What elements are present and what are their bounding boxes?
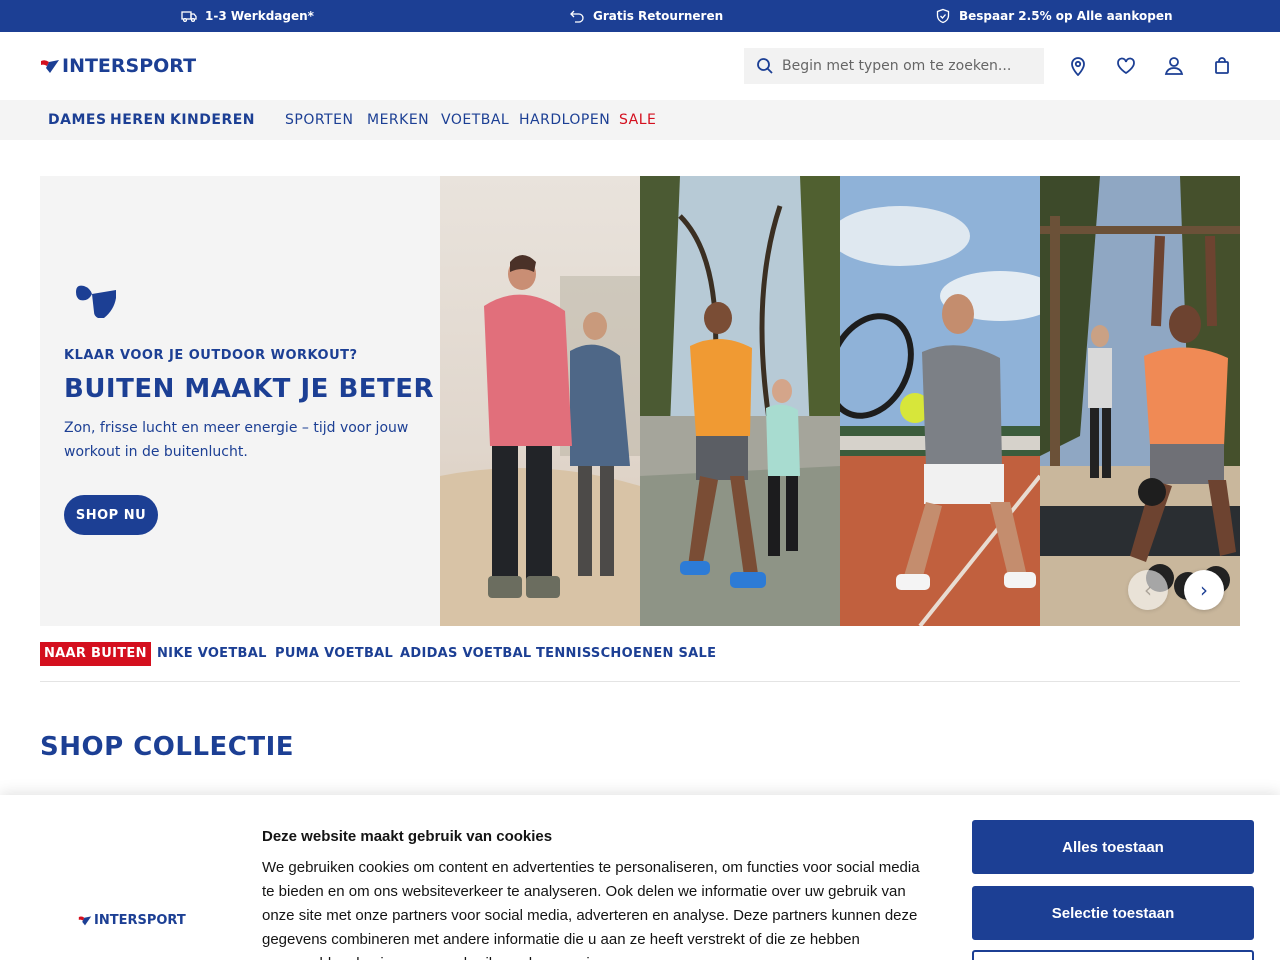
allow-selection-cookies-button[interactable]: Selectie toestaan [972,886,1254,940]
heart-icon [1117,57,1135,75]
hero-title: BUITEN MAAKT JE BETER [64,374,435,404]
promo-returns-text: Gratis Retourneren [593,9,724,23]
promo-returns: Gratis Retourneren [569,0,723,32]
shopping-bag-icon [1215,57,1229,74]
nav-kinderen[interactable]: KINDEREN [170,100,255,140]
cookie-consent-banner: INTERSPORT Deze website maakt gebruik va… [0,795,1280,960]
nav-dames[interactable]: DAMES [48,100,107,140]
nav-hardlopen[interactable]: HARDLOPEN [519,100,610,140]
promo-savings-text: Bespaar 2.5% op Alle aankopen [959,9,1173,23]
tag-adidas-voetbal[interactable]: ADIDAS VOETBAL [400,642,532,666]
hero-description: Zon, frisse lucht en meer energie – tijd… [64,420,409,460]
hero-photo-workout [1040,176,1240,626]
search-icon [757,58,773,74]
tag-nike-voetbal[interactable]: NIKE VOETBAL [157,642,267,666]
cart-button[interactable] [1210,54,1234,78]
account-button[interactable] [1162,54,1186,78]
store-locator-button[interactable] [1066,54,1090,78]
shield-check-icon [936,8,950,24]
hero-text-panel: KLAAR VOOR JE OUTDOOR WORKOUT? BUITEN MA… [40,176,440,626]
nav-heren[interactable]: HEREN [110,100,166,140]
promo-savings: Bespaar 2.5% op Alle aankopen [935,0,1173,32]
promo-delivery: 1-3 Werkdagen* [181,0,314,32]
wishlist-button[interactable] [1114,54,1138,78]
site-header: INTERSPORT [0,32,1280,100]
nav-merken[interactable]: MERKEN [367,100,429,140]
nav-sporten[interactable]: SPORTEN [285,100,353,140]
quick-links: NAAR BUITEN NIKE VOETBAL PUMA VOETBAL AD… [40,642,1240,682]
tag-tennisschoenen-sale[interactable]: TENNISSCHOENEN SALE [536,642,716,666]
location-pin-icon [1071,57,1085,76]
carousel-next-button[interactable]: › [1184,570,1224,610]
intersport-logo[interactable]: INTERSPORT [40,55,196,77]
nav-voetbal[interactable]: VOETBAL [441,100,509,140]
cookie-description: We gebruiken cookies om content en adver… [262,859,920,960]
tag-naar-buiten[interactable]: NAAR BUITEN [40,642,151,666]
search-bar[interactable] [744,48,1044,84]
hero-banner: KLAAR VOOR JE OUTDOOR WORKOUT? BUITEN MA… [40,176,1240,626]
intersport-mark-icon [41,60,59,73]
promo-delivery-text: 1-3 Werkdagen* [205,9,314,23]
return-arrow-icon [570,10,584,23]
intersport-mark-icon [78,916,92,926]
shop-collection-title: SHOP COLLECTIE [40,732,295,762]
cookie-logo-text: INTERSPORT [94,913,186,928]
allow-all-cookies-button[interactable]: Alles toestaan [972,820,1254,874]
carousel-prev-button[interactable]: ‹ [1128,570,1168,610]
cookie-logo: INTERSPORT [78,913,186,928]
tag-puma-voetbal[interactable]: PUMA VOETBAL [275,642,393,666]
promo-bar: 1-3 Werkdagen* Gratis Retourneren Bespaa… [0,0,1280,32]
user-icon [1164,57,1184,75]
truck-icon [181,11,197,23]
hero-photo-tennis [840,176,1040,626]
hero-eyebrow: KLAAR VOOR JE OUTDOOR WORKOUT? [64,348,358,363]
shop-now-button[interactable]: SHOP NU [64,495,158,535]
main-navigation: DAMES HEREN KINDEREN SPORTEN MERKEN VOET… [0,100,1280,140]
nav-sale[interactable]: SALE [619,100,656,140]
logo-text: INTERSPORT [62,55,197,77]
intersport-brand-mark-icon [76,285,116,318]
hero-photo-hiking [440,176,640,626]
hero-photo-strip[interactable]: ‹ › [440,176,1240,626]
cookie-settings-button-partial[interactable] [972,950,1254,960]
hero-photo-running [640,176,840,626]
search-input[interactable] [782,58,1022,74]
cookie-title: Deze website maakt gebruik van cookies [262,828,553,845]
